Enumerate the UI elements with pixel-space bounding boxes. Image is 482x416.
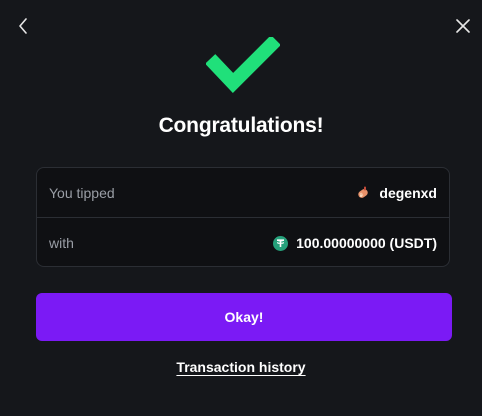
tip-success-modal: Congratulations! You tipped degenxd with <box>0 0 482 416</box>
chevron-left-icon <box>19 18 27 34</box>
avatar-icon <box>358 186 369 198</box>
close-icon <box>456 19 470 33</box>
transaction-history-link[interactable]: Transaction history <box>0 359 482 375</box>
recipient: degenxd <box>355 185 437 201</box>
amount: 100.00000000 (USDT) <box>273 235 437 251</box>
usdt-icon <box>273 235 289 251</box>
amount-value: 100.00000000 (USDT) <box>296 235 437 251</box>
tipped-label: You tipped <box>49 184 115 201</box>
okay-button[interactable]: Okay! <box>36 293 452 341</box>
close-button[interactable] <box>452 15 474 37</box>
recipient-name: degenxd <box>379 184 437 201</box>
back-button[interactable] <box>12 15 34 37</box>
tip-details-card: You tipped degenxd with 100.00000000 (US… <box>36 167 450 267</box>
recipient-row: You tipped degenxd <box>37 168 449 218</box>
amount-row: with 100.00000000 (USDT) <box>37 218 449 268</box>
with-label: with <box>49 235 74 251</box>
success-title: Congratulations! <box>158 114 324 137</box>
checkmark-icon <box>206 37 280 94</box>
